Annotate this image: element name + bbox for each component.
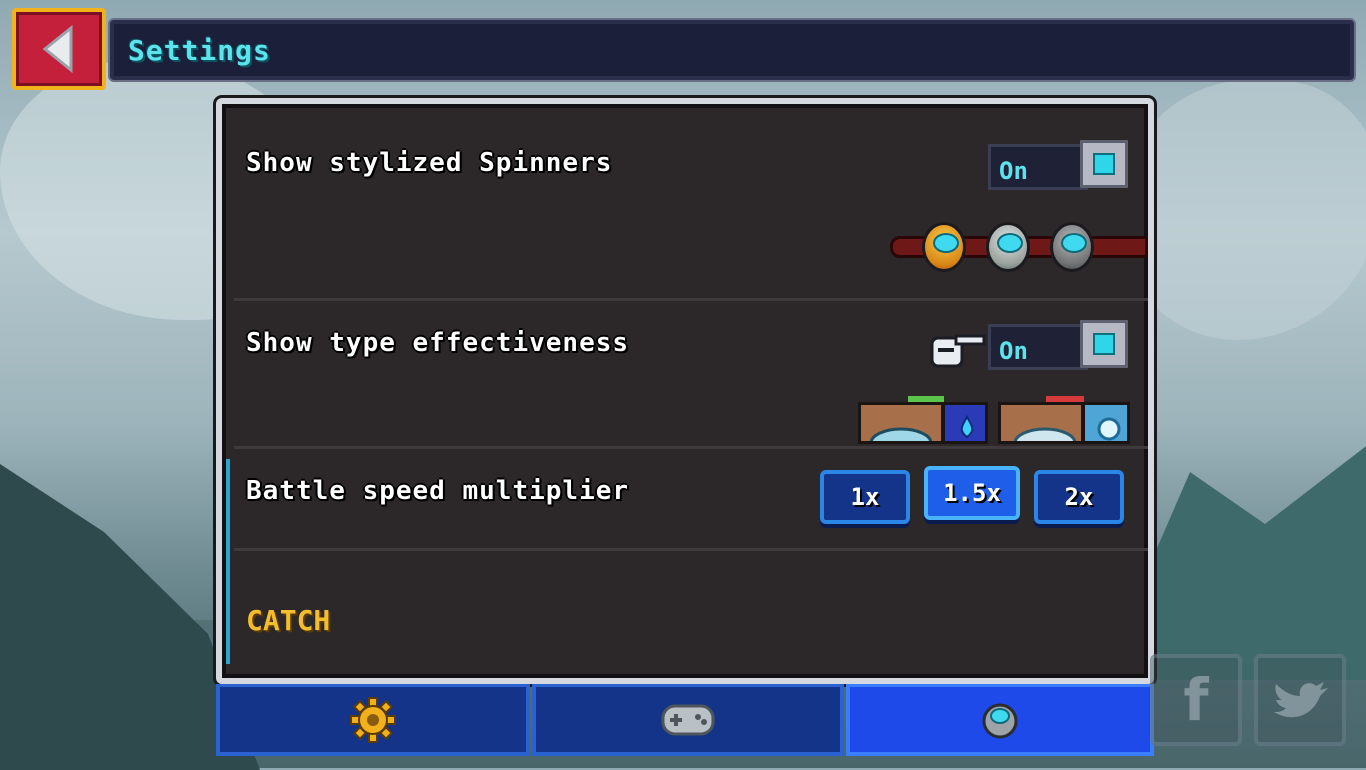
back-button[interactable]	[12, 8, 106, 90]
row-divider	[234, 548, 1148, 551]
tab-controls[interactable]	[532, 684, 844, 756]
toggle-track: On	[988, 324, 1088, 370]
silver-spinner-icon	[986, 222, 1030, 272]
pointing-hand-icon	[930, 334, 986, 368]
ice-type-icon	[1082, 402, 1130, 444]
water-type-icon	[942, 402, 988, 444]
speed-2x-button[interactable]: 2x	[1034, 470, 1124, 524]
stylized-spinners-toggle[interactable]: On	[988, 140, 1132, 190]
toggle-state-text: On	[999, 157, 1028, 185]
gold-spinner-icon	[922, 222, 966, 272]
row-divider	[234, 446, 1148, 449]
catch-section-header: CATCH	[246, 604, 331, 637]
monster-card-icon	[998, 402, 1084, 444]
twitter-button[interactable]	[1254, 654, 1346, 746]
toggle-knob	[1080, 140, 1128, 188]
stylized-spinners-label: Show stylized Spinners	[246, 148, 613, 178]
monster-card-icon	[858, 402, 944, 444]
spinner-icon	[982, 703, 1018, 738]
speed-1x-button[interactable]: 1x	[820, 470, 910, 524]
type-effectiveness-label: Show type effectiveness	[246, 328, 630, 358]
background-cloud	[1120, 80, 1366, 340]
page-title: Settings	[128, 34, 271, 67]
tab-battle[interactable]	[846, 684, 1154, 756]
toggle-knob	[1080, 320, 1128, 368]
gray-spinner-icon	[1050, 222, 1094, 272]
type-effectiveness-toggle[interactable]: On	[988, 320, 1132, 370]
twitter-bird-icon	[1274, 682, 1328, 718]
gear-icon	[350, 696, 396, 743]
gamepad-icon	[661, 704, 715, 735]
toggle-state-text: On	[999, 337, 1028, 365]
row-divider	[234, 298, 1148, 301]
facebook-button[interactable]: f	[1150, 654, 1242, 746]
speed-1-5x-button[interactable]: 1.5x	[924, 466, 1020, 520]
back-arrow-icon	[42, 24, 73, 74]
battle-speed-label: Battle speed multiplier	[246, 476, 630, 506]
toggle-track: On	[988, 144, 1088, 190]
scrollbar-thumb[interactable]	[226, 459, 230, 664]
header-bar: Settings	[110, 20, 1354, 80]
tab-general[interactable]	[216, 684, 530, 756]
